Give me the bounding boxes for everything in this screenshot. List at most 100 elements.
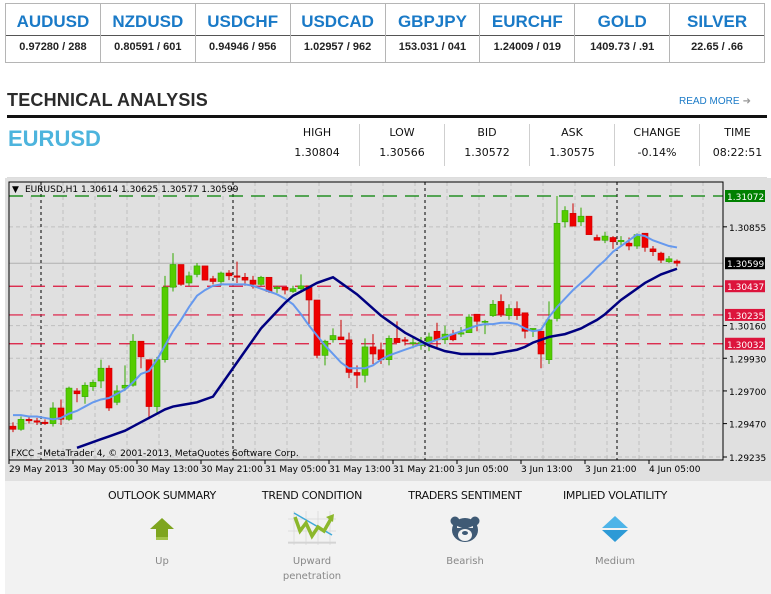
- ticker-quote: 153.031 / 041: [398, 41, 467, 53]
- candle-body: [337, 336, 345, 341]
- y-tick-label: 1.29235: [729, 454, 766, 464]
- candle-body: [241, 276, 249, 281]
- x-tick-label: 30 May 05:00: [73, 465, 135, 475]
- candle: [41, 419, 49, 426]
- ticker-item[interactable]: EURCHF 1.24009 / 019: [480, 4, 576, 62]
- ticker-symbol[interactable]: EURCHF: [480, 4, 575, 36]
- candle-body: [497, 301, 505, 315]
- candle: [337, 319, 345, 341]
- candle-body: [233, 275, 241, 278]
- indicator-label: TREND CONDITION: [261, 489, 363, 502]
- ticker-symbol[interactable]: GBPJPY: [385, 4, 480, 36]
- candle-body: [673, 260, 681, 264]
- time-axis: 29 May 2013 30 May 05:00 30 May 13:00 30 Ma…: [8, 460, 701, 475]
- ticker-symbol[interactable]: USDCAD: [290, 4, 385, 36]
- indicator-volatility: IMPLIED VOLATILITY Medium: [550, 489, 680, 569]
- ticker-symbol[interactable]: SILVER: [670, 4, 764, 36]
- price-levels: [9, 195, 723, 345]
- ticker-item[interactable]: AUDUSD 0.97280 / 288: [6, 4, 101, 62]
- candle-body: [273, 286, 281, 289]
- candle-body: [537, 330, 545, 355]
- stat-label: LOW: [389, 126, 415, 139]
- x-tick-label: 31 May 21:00: [393, 465, 455, 475]
- candle: [257, 275, 265, 286]
- indicator-label: TRADERS SENTIMENT: [408, 489, 522, 502]
- candle-body: [89, 382, 97, 387]
- ticker-symbol[interactable]: GOLD: [575, 4, 670, 36]
- candle-body: [33, 420, 41, 423]
- read-more-label[interactable]: READ MORE: [679, 96, 740, 107]
- candle: [81, 382, 89, 404]
- section-title: TECHNICAL ANALYSIS: [7, 90, 208, 110]
- indicator-sentiment: TRADERS SENTIMENT Bearish: [400, 489, 530, 569]
- x-tick-label: 30 May 13:00: [137, 465, 199, 475]
- y-tick-label: 1.29470: [729, 421, 766, 431]
- ticker-item[interactable]: GOLD 1409.73 / .91: [575, 4, 671, 62]
- ticker-item[interactable]: USDCHF 0.94946 / 956: [195, 4, 291, 62]
- candle: [289, 285, 297, 293]
- ticker-quote: 1409.73 / .91: [590, 41, 655, 53]
- candle: [225, 270, 233, 281]
- indicators-panel: OUTLOOK SUMMARY Up TREND CONDITION Upwar…: [5, 481, 771, 594]
- candle: [585, 215, 593, 235]
- candle: [481, 319, 489, 335]
- price-level-label: 1.30235: [727, 312, 764, 322]
- ticker-item[interactable]: USDCAD 1.02957 / 962: [290, 4, 386, 62]
- ticker-symbol[interactable]: USDCHF: [195, 4, 290, 36]
- diamond-icon: [550, 508, 680, 550]
- ticker-symbol[interactable]: AUDUSD: [6, 4, 100, 36]
- candle: [193, 263, 201, 278]
- candle-body: [193, 265, 201, 275]
- candle-body: [473, 313, 481, 322]
- chart-copyright: FXCC - MetaTrader 4, © 2001-2013, MetaQu…: [11, 449, 299, 459]
- candle-body: [465, 316, 473, 333]
- candle: [385, 335, 393, 366]
- ticker-item[interactable]: SILVER 22.65 / .66: [670, 4, 764, 62]
- candle-body: [105, 367, 113, 409]
- candle-body: [73, 390, 81, 395]
- candle-body: [289, 288, 297, 292]
- candle-body: [401, 339, 409, 342]
- chart-header: EURUSD,H1 1.30614 1.30625 1.30577 1.3059…: [25, 185, 239, 195]
- ticker-symbol[interactable]: NZDUSD: [100, 4, 195, 36]
- candle-body: [201, 265, 209, 281]
- candle-body: [41, 421, 49, 424]
- chart-svg: 1.31072 1.30437 1.30235 1.30032 1.30855 1.301…: [8, 181, 766, 475]
- candle-body: [369, 346, 377, 355]
- candle: [433, 322, 441, 349]
- day-separators: [40, 182, 618, 460]
- candle-body: [97, 367, 105, 382]
- stat-value: 08:22:51: [712, 146, 763, 159]
- candle-body: [601, 235, 609, 241]
- price-axis: 1.31072 1.30437 1.30235 1.30032 1.30855 1.301…: [723, 190, 766, 464]
- candle: [609, 236, 617, 249]
- candle-body: [129, 340, 137, 386]
- candle-body: [649, 248, 657, 252]
- candle-body: [513, 308, 521, 316]
- indicator-label: IMPLIED VOLATILITY: [562, 489, 668, 502]
- candle: [49, 402, 57, 427]
- candle: [369, 334, 377, 364]
- stat-value: 1.30572: [464, 146, 510, 159]
- candle-body: [9, 425, 17, 430]
- read-more-link[interactable]: READ MORE ➜: [679, 96, 751, 107]
- stat-label: ASK: [561, 126, 583, 139]
- indicator-label: OUTLOOK SUMMARY: [108, 489, 216, 502]
- stat-high: HIGH 1.30804: [275, 124, 360, 166]
- candle: [553, 196, 561, 322]
- x-tick-label: 31 May 05:00: [265, 465, 327, 475]
- candle-body: [329, 335, 337, 341]
- candle-body: [481, 321, 489, 323]
- price-chart[interactable]: 1.31072 1.30437 1.30235 1.30032 1.30855 1.301…: [5, 178, 771, 481]
- candle-body: [625, 242, 633, 247]
- stat-label: TIME: [724, 126, 751, 139]
- ticker-item[interactable]: GBPJPY 153.031 / 041: [385, 4, 481, 62]
- ticker-item[interactable]: NZDUSD 0.80591 / 601: [100, 4, 196, 62]
- candle: [649, 246, 657, 256]
- plot-border: [8, 181, 724, 461]
- candle: [657, 251, 665, 264]
- collapse-icon: ▼: [12, 185, 19, 195]
- x-tick-label: 3 Jun 05:00: [457, 465, 509, 475]
- x-tick-label: 3 Jun 21:00: [585, 465, 637, 475]
- stat-bid: BID 1.30572: [445, 124, 530, 166]
